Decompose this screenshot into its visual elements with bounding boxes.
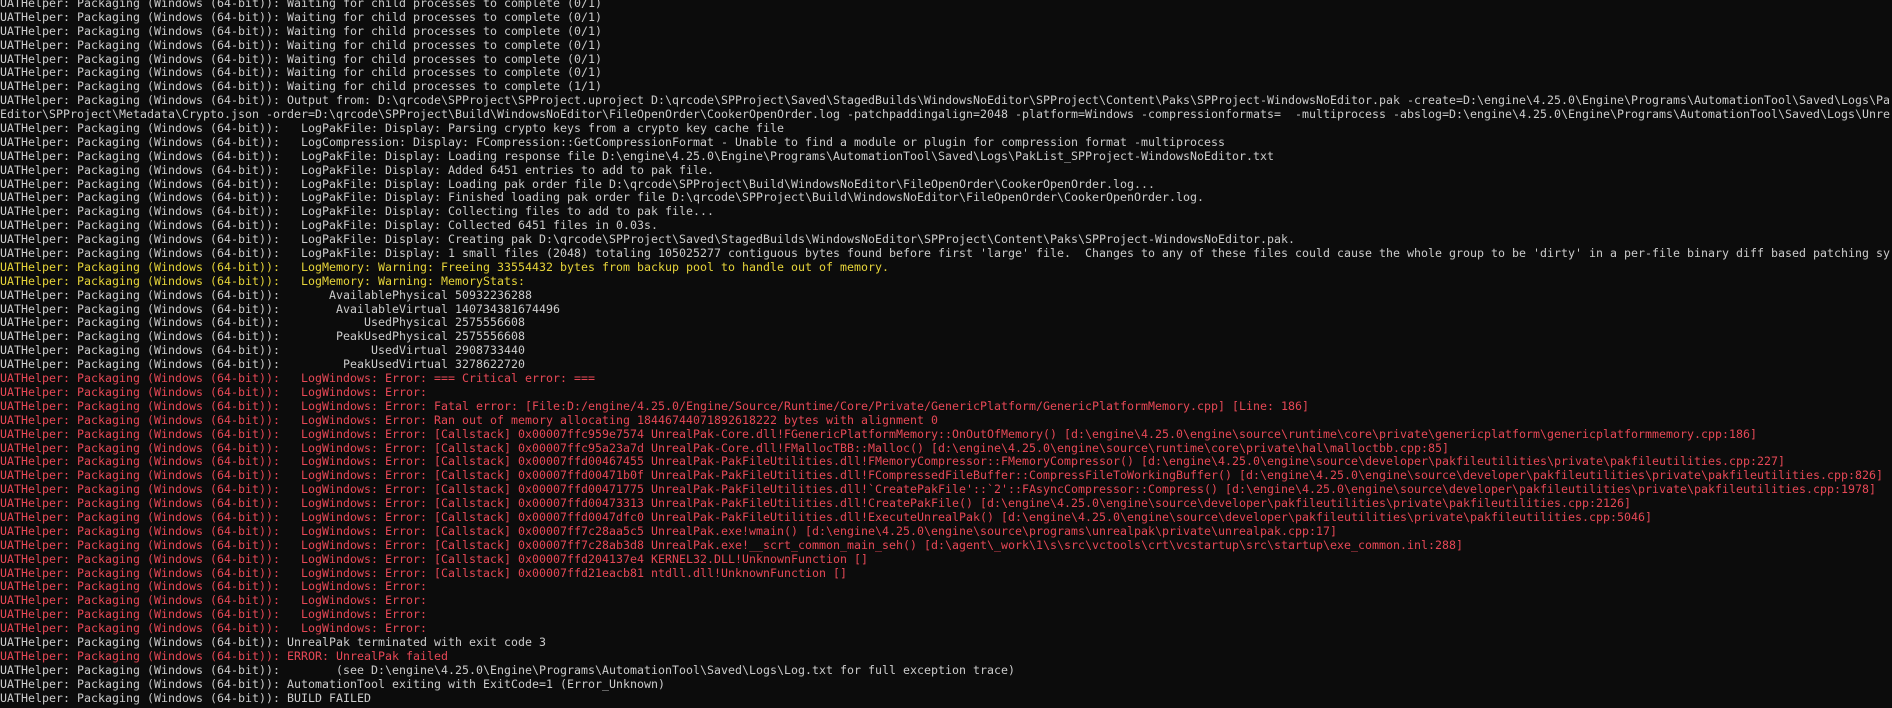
log-line-error: UATHelper: Packaging (Windows (64-bit)):… (0, 551, 869, 566)
log-line: UATHelper: Packaging (Windows (64-bit)):… (0, 343, 526, 358)
log-line-error: UATHelper: Packaging (Windows (64-bit)):… (0, 593, 428, 608)
log-line: UATHelper: Packaging (Windows (64-bit)):… (0, 204, 715, 219)
log-line-warning: UATHelper: Packaging (Windows (64-bit)):… (0, 259, 890, 274)
log-line: UATHelper: Packaging (Windows (64-bit)):… (0, 148, 1275, 163)
log-line: UATHelper: Packaging (Windows (64-bit)):… (0, 315, 526, 330)
log-line: UATHelper: Packaging (Windows (64-bit)):… (0, 246, 1891, 261)
log-line: UATHelper: Packaging (Windows (64-bit)):… (0, 162, 715, 177)
log-line-error: UATHelper: Packaging (Windows (64-bit)):… (0, 426, 1758, 441)
log-line: UATHelper: Packaging (Windows (64-bit)):… (0, 37, 603, 52)
log-line: UATHelper: Packaging (Windows (64-bit)):… (0, 662, 1016, 677)
log-line: UATHelper: Packaging (Windows (64-bit)):… (0, 232, 1296, 247)
log-line: UATHelper: Packaging (Windows (64-bit)):… (0, 301, 561, 316)
log-line: UATHelper: Packaging (Windows (64-bit)):… (0, 51, 603, 66)
log-line-error: UATHelper: Packaging (Windows (64-bit)):… (0, 648, 449, 663)
log-line: UATHelper: Packaging (Windows (64-bit)):… (0, 218, 659, 233)
log-line: UATHelper: Packaging (Windows (64-bit)):… (0, 65, 603, 80)
log-line-error: UATHelper: Packaging (Windows (64-bit)):… (0, 482, 1877, 497)
log-line: UATHelper: Packaging (Windows (64-bit)):… (0, 190, 1205, 205)
log-line: UATHelper: Packaging (Windows (64-bit)):… (0, 121, 785, 136)
console-output[interactable]: UATHelper: Packaging (Windows (64-bit)):… (0, 0, 1892, 708)
log-line-error: UATHelper: Packaging (Windows (64-bit)):… (0, 607, 428, 622)
log-line: UATHelper: Packaging (Windows (64-bit)):… (0, 9, 603, 24)
log-line-error: UATHelper: Packaging (Windows (64-bit)):… (0, 621, 428, 636)
log-line-error: UATHelper: Packaging (Windows (64-bit)):… (0, 496, 1632, 511)
log-line: UATHelper: Packaging (Windows (64-bit)):… (0, 329, 526, 344)
log-line-error: UATHelper: Packaging (Windows (64-bit)):… (0, 454, 1786, 469)
log-line: UATHelper: Packaging (Windows (64-bit)):… (0, 23, 603, 38)
log-line-error: UATHelper: Packaging (Windows (64-bit)):… (0, 398, 1310, 413)
log-line: UATHelper: Packaging (Windows (64-bit)):… (0, 690, 372, 705)
log-line-error: UATHelper: Packaging (Windows (64-bit)):… (0, 440, 1450, 455)
log-line-error: UATHelper: Packaging (Windows (64-bit)):… (0, 523, 1338, 538)
log-line-error: UATHelper: Packaging (Windows (64-bit)):… (0, 509, 1653, 524)
log-line: UATHelper: Packaging (Windows (64-bit)):… (0, 134, 1226, 149)
log-line-error: UATHelper: Packaging (Windows (64-bit)):… (0, 412, 939, 427)
log-line-error: UATHelper: Packaging (Windows (64-bit)):… (0, 565, 848, 580)
log-line: UATHelper: Packaging (Windows (64-bit)):… (0, 79, 603, 94)
log-line-warning: UATHelper: Packaging (Windows (64-bit)):… (0, 273, 526, 288)
log-line: UATHelper: Packaging (Windows (64-bit)):… (0, 634, 547, 649)
log-line-error: UATHelper: Packaging (Windows (64-bit)):… (0, 537, 1464, 552)
log-line: UATHelper: Packaging (Windows (64-bit)):… (0, 676, 666, 691)
log-line: UATHelper: Packaging (Windows (64-bit)):… (0, 176, 1156, 191)
log-line-error: UATHelper: Packaging (Windows (64-bit)):… (0, 384, 428, 399)
log-line-error: UATHelper: Packaging (Windows (64-bit)):… (0, 371, 596, 386)
log-line: UATHelper: Packaging (Windows (64-bit)):… (0, 287, 533, 302)
log-line-error: UATHelper: Packaging (Windows (64-bit)):… (0, 579, 428, 594)
log-line: UATHelper: Packaging (Windows (64-bit)):… (0, 93, 1891, 108)
log-line: UATHelper: Packaging (Windows (64-bit)):… (0, 357, 526, 372)
log-line: Editor\SPProject\Metadata\Crypto.json -o… (0, 107, 1891, 122)
log-line-error: UATHelper: Packaging (Windows (64-bit)):… (0, 468, 1884, 483)
